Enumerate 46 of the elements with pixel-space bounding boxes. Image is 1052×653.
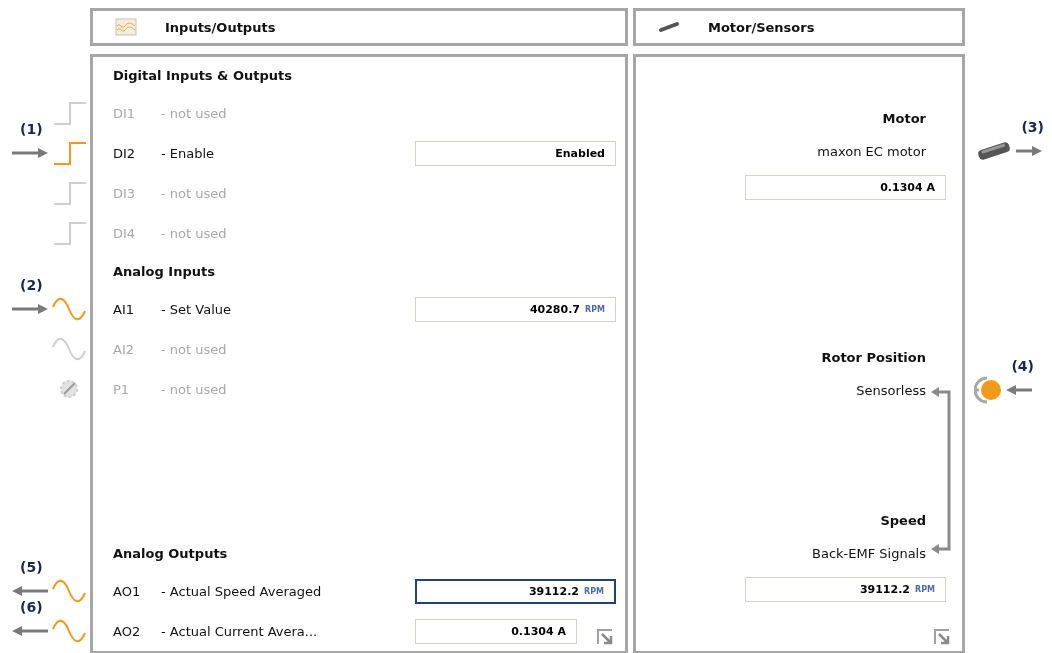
- channel-label: - Actual Current Avera...: [161, 623, 319, 639]
- channel-label: - not used: [161, 381, 228, 397]
- group-value: maxon EC motor: [817, 142, 927, 161]
- channel-id: DI1: [113, 105, 137, 121]
- channel-id: AO2: [113, 623, 142, 639]
- channel-id: DI3: [113, 185, 137, 201]
- channel-label: - not used: [161, 185, 228, 201]
- callout-label: (1): [20, 121, 43, 137]
- value-field[interactable]: Enabled: [415, 140, 616, 166]
- channel-id: AI1: [113, 301, 135, 317]
- channel-label: - Actual Speed Averaged: [161, 583, 323, 599]
- value-field[interactable]: 39112.2 RPM: [415, 578, 616, 604]
- channel-id: AO1: [113, 583, 142, 599]
- callout-label: (6): [20, 599, 43, 615]
- channel-label: - not used: [161, 105, 228, 121]
- channel-label: - Set Value: [161, 301, 232, 317]
- channel-label: - Enable: [161, 145, 216, 161]
- panel-title: Motor/Sensors: [708, 19, 815, 35]
- group-heading: Speed: [880, 511, 927, 530]
- value-field[interactable]: 40280.7 RPM: [415, 296, 616, 322]
- motor-icon: [658, 21, 680, 33]
- value-field[interactable]: 0.1304 A: [745, 174, 946, 200]
- channel-id: DI4: [113, 225, 137, 241]
- section-heading: Analog Outputs: [113, 545, 228, 561]
- group-value: Sensorless: [856, 381, 927, 400]
- callout-label: (5): [20, 559, 43, 575]
- group-heading: Motor: [882, 109, 927, 128]
- sensor-icon: [974, 375, 1004, 405]
- group-value: Back-EMF Signals: [812, 544, 927, 563]
- callout-label: (4): [1011, 358, 1034, 374]
- scope-icon: [115, 18, 137, 36]
- section-heading: Analog Inputs: [113, 263, 215, 279]
- callout-label: (3): [1021, 119, 1044, 135]
- channel-id: AI2: [113, 341, 135, 357]
- section-heading: Digital Inputs & Outputs: [113, 67, 292, 83]
- resize-corner-icon[interactable]: [934, 629, 950, 645]
- value-field[interactable]: 39112.2 RPM: [745, 576, 946, 602]
- callout-label: (2): [20, 277, 43, 293]
- channel-label: - not used: [161, 225, 228, 241]
- channel-id: DI2: [113, 145, 137, 161]
- resize-corner-icon[interactable]: [597, 629, 613, 645]
- group-heading: Rotor Position: [821, 348, 927, 367]
- channel-id: P1: [113, 381, 131, 397]
- channel-label: - not used: [161, 341, 228, 357]
- value-field[interactable]: 0.1304 A: [415, 618, 577, 644]
- panel-title: Inputs/Outputs: [165, 19, 276, 35]
